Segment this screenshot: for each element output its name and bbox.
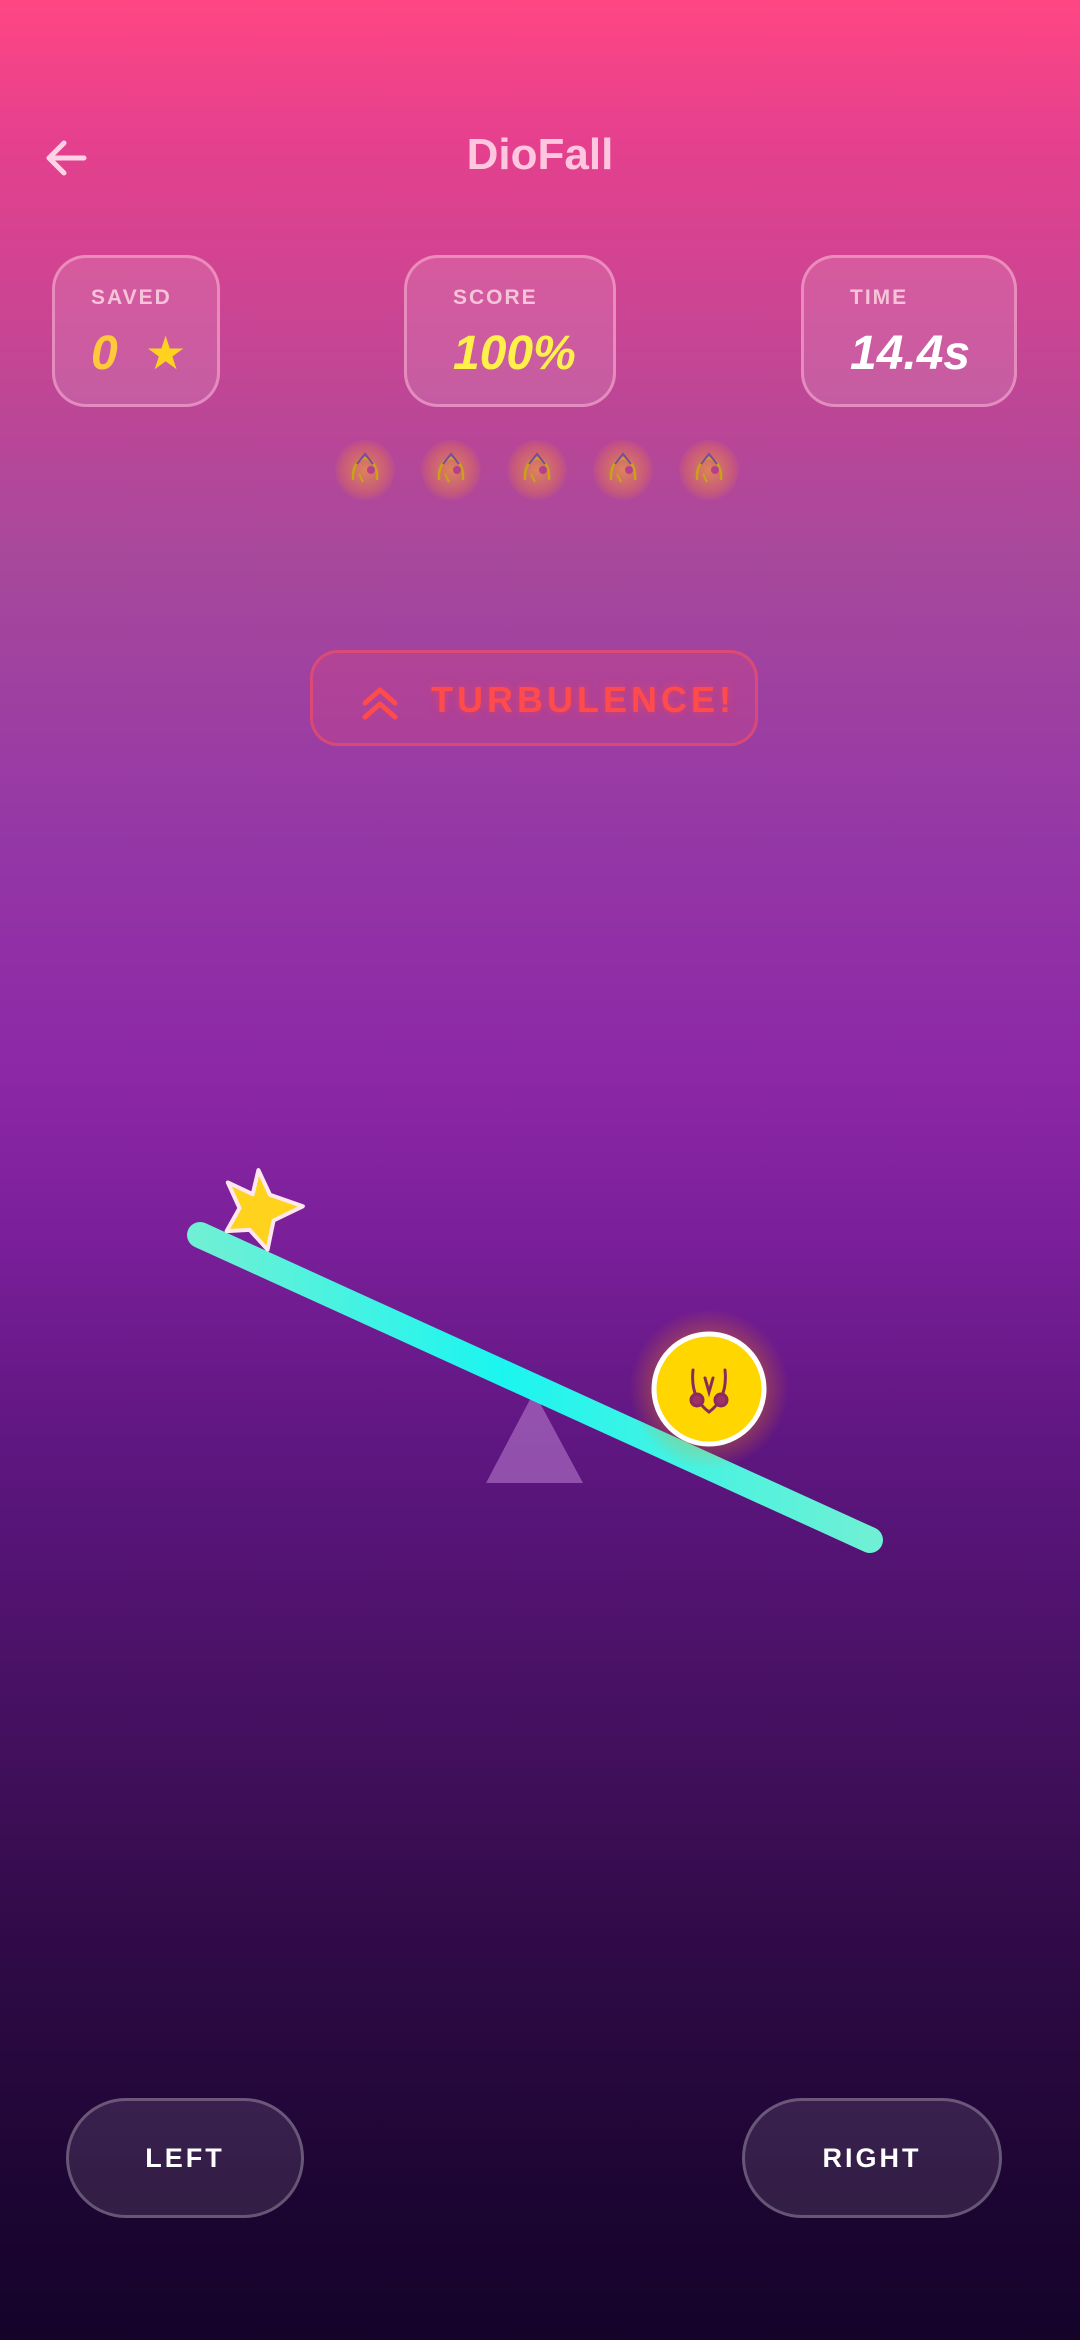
left-button[interactable]: LEFT	[66, 2098, 304, 2218]
game-scene	[187, 1168, 883, 1553]
right-button[interactable]: RIGHT	[742, 2098, 1002, 2218]
